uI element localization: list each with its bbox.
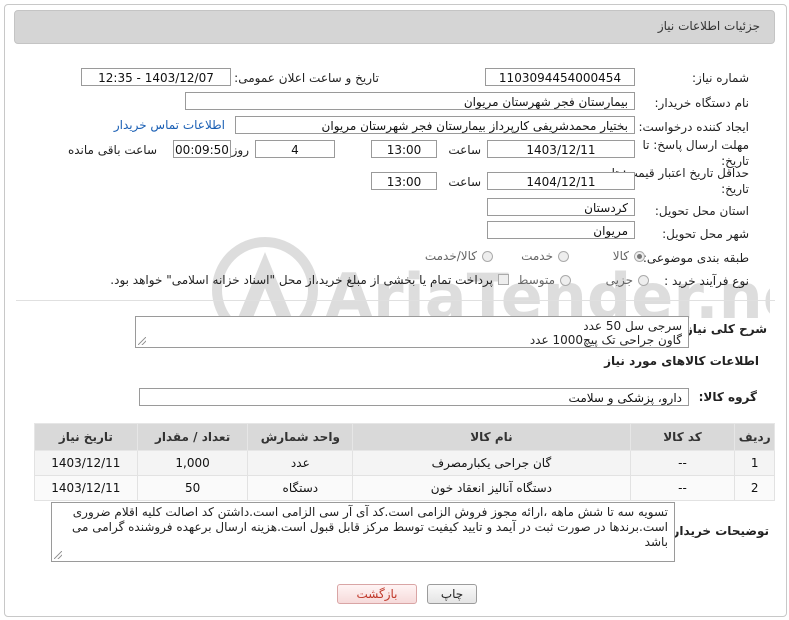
resize-grip-icon[interactable] — [54, 551, 62, 559]
process-option-medium: متوسط — [517, 273, 555, 287]
page-header: جزئیات اطلاعات نیاز — [14, 10, 775, 44]
province-field[interactable]: کردستان — [487, 198, 635, 216]
category-radio-both[interactable] — [482, 251, 493, 262]
remaining-time-field[interactable]: 00:09:50 — [173, 140, 231, 158]
cell-code: -- — [629, 475, 736, 501]
col-code: کد کالا — [629, 423, 736, 451]
goods-group-label: گروه کالا: — [698, 390, 757, 404]
category-radio-goods[interactable] — [634, 251, 645, 262]
col-row: ردیف — [734, 423, 775, 451]
buyer-org-field[interactable]: بیمارستان فجر شهرستان مریوان — [185, 92, 635, 110]
cell-name: گان جراحی یکبارمصرف — [352, 450, 631, 476]
cell-row: 1 — [734, 450, 775, 476]
min-validity-date-field[interactable]: 1404/12/11 — [487, 172, 635, 190]
category-label: طبقه بندی موضوعی: — [642, 251, 749, 265]
print-button[interactable]: چاپ — [427, 584, 477, 604]
announce-label: تاریخ و ساعت اعلان عمومی: — [234, 71, 379, 85]
back-button[interactable]: بازگشت — [337, 584, 417, 604]
cell-quantity: 50 — [136, 475, 249, 501]
process-radio-minor[interactable] — [638, 275, 649, 286]
creator-label: ایجاد کننده درخواست: — [638, 120, 749, 134]
buyer-org-label: نام دستگاه خریدار: — [654, 96, 750, 110]
col-quantity: تعداد / مقدار — [136, 423, 249, 451]
category-option-both: کالا/خدمت — [424, 249, 477, 263]
col-need-date: تاریخ نیاز — [34, 423, 138, 451]
deadline-label: مهلت ارسال پاسخ: تا — [642, 138, 749, 152]
cell-unit: عدد — [247, 450, 354, 476]
cell-need-date: 1403/12/11 — [34, 450, 138, 476]
process-label: نوع فرآیند خرید : — [664, 274, 749, 288]
treasury-payment-note: پرداخت تمام یا بخشی از مبلغ خرید،از محل … — [110, 273, 493, 287]
creator-field[interactable]: بختیار محمدشریفی کارپرداز بیمارستان فجر … — [235, 116, 635, 134]
buyer-notes-textarea[interactable]: تسویه سه تا شش ماهه ،ارائه مجوز فروش الز… — [51, 502, 675, 562]
table-row[interactable]: 1 -- گان جراحی یکبارمصرف عدد 1,000 1403/… — [34, 450, 775, 476]
buyer-notes-label: توضیحات خریدار: — [667, 524, 769, 538]
summary-line-1: سرجی سل 50 عدد — [583, 319, 682, 333]
min-validity-time-field[interactable]: 13:00 — [371, 172, 437, 190]
cell-name: دستگاه آنالیز انعقاد خون — [352, 475, 631, 501]
announce-datetime-field[interactable]: 1403/12/07 - 12:35 — [81, 68, 231, 86]
col-name: نام کالا — [352, 423, 631, 451]
category-option-service: خدمت — [521, 249, 553, 263]
summary-line-2: گاون جراحی تک پیچ1000 عدد — [529, 333, 682, 347]
resize-grip-icon[interactable] — [138, 337, 146, 345]
table-row[interactable]: 2 -- دستگاه آنالیز انعقاد خون دستگاه 50 … — [34, 475, 775, 501]
cell-code: -- — [629, 450, 736, 476]
province-label: استان محل تحویل: — [654, 204, 749, 218]
deadline-time-label: ساعت — [448, 143, 481, 157]
min-validity-time-label: ساعت — [448, 175, 481, 189]
cell-unit: دستگاه — [247, 475, 354, 501]
section-divider — [16, 300, 775, 301]
need-number-label: شماره نیاز: — [692, 71, 749, 85]
deadline-time-field[interactable]: 13:00 — [371, 140, 437, 158]
goods-section-title: اطلاعات کالاهای مورد نیاز — [604, 354, 759, 368]
buyer-contact-link[interactable]: اطلاعات تماس خریدار — [114, 118, 225, 132]
remaining-time-label: ساعت باقی مانده — [67, 143, 157, 157]
cell-need-date: 1403/12/11 — [34, 475, 138, 501]
goods-table: ردیف کد کالا نام کالا واحد شمارش تعداد /… — [34, 423, 775, 501]
col-unit: واحد شمارش — [247, 423, 354, 451]
need-number-field[interactable]: 1103094454000454 — [485, 68, 635, 86]
city-label: شهر محل تحویل: — [662, 227, 749, 241]
goods-table-header: ردیف کد کالا نام کالا واحد شمارش تعداد /… — [34, 423, 775, 451]
summary-label: شرح کلی نیاز: — [681, 322, 767, 336]
process-radio-medium[interactable] — [560, 275, 571, 286]
process-option-minor: جزیی — [605, 273, 633, 287]
category-option-goods: کالا — [612, 249, 629, 263]
cell-quantity: 1,000 — [136, 450, 249, 476]
city-field[interactable]: مریوان — [487, 221, 635, 239]
page-title: جزئیات اطلاعات نیاز — [657, 19, 760, 33]
min-validity-date-label: تاریخ: — [721, 182, 749, 196]
treasury-payment-checkbox[interactable] — [498, 274, 509, 285]
summary-textarea[interactable]: سرجی سل 50 عدد گاون جراحی تک پیچ1000 عدد — [135, 316, 689, 348]
category-radio-service[interactable] — [558, 251, 569, 262]
goods-group-field[interactable]: دارو، پزشکی و سلامت — [139, 388, 689, 406]
days-field[interactable]: 4 — [255, 140, 335, 158]
cell-row: 2 — [734, 475, 775, 501]
buyer-notes-text: تسویه سه تا شش ماهه ،ارائه مجوز فروش الز… — [71, 505, 668, 549]
deadline-date-field[interactable]: 1403/12/11 — [487, 140, 635, 158]
